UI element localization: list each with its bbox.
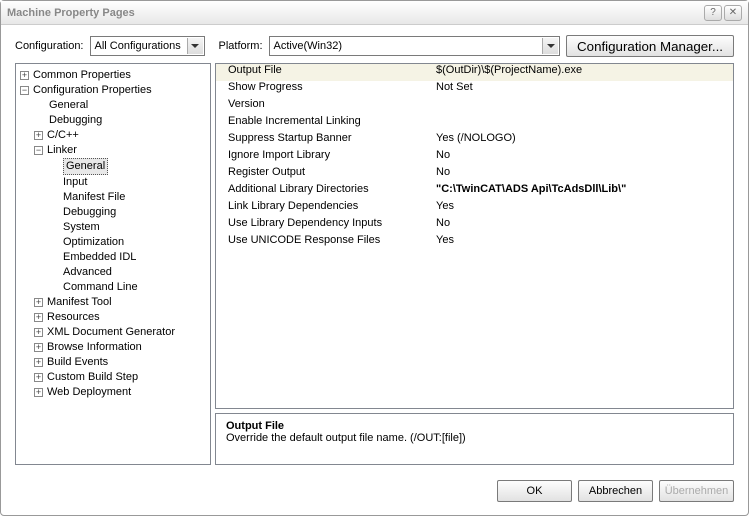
dialog-footer: OK Abbrechen Übernehmen [1, 473, 748, 509]
property-row[interactable]: Use UNICODE Response FilesYes [216, 234, 733, 251]
property-row[interactable]: Additional Library Directories"C:\TwinCA… [216, 183, 733, 200]
ok-button[interactable]: OK [497, 480, 572, 502]
property-value[interactable]: No [436, 217, 733, 234]
property-label: Suppress Startup Banner [216, 132, 436, 149]
content-area: +Common Properties −Configuration Proper… [1, 63, 748, 473]
property-value[interactable]: Not Set [436, 81, 733, 98]
category-tree[interactable]: +Common Properties −Configuration Proper… [15, 63, 211, 465]
expand-icon[interactable]: + [20, 71, 29, 80]
platform-label: Platform: [219, 40, 263, 52]
configuration-value: All Configurations [95, 40, 181, 52]
tree-linker-general[interactable]: General [63, 158, 108, 175]
tree-common-properties[interactable]: Common Properties [33, 68, 131, 83]
property-value[interactable]: Yes [436, 200, 733, 217]
property-row[interactable]: Enable Incremental Linking [216, 115, 733, 132]
tree-linker-debugging[interactable]: Debugging [63, 205, 116, 220]
property-label: Enable Incremental Linking [216, 115, 436, 132]
platform-combo[interactable]: Active(Win32) [269, 36, 561, 56]
tree-linker-embedded[interactable]: Embedded IDL [63, 250, 136, 265]
tree-linker[interactable]: Linker [47, 143, 77, 158]
property-value[interactable]: Yes (/NOLOGO) [436, 132, 733, 149]
property-value[interactable] [436, 115, 733, 132]
tree-linker-advanced[interactable]: Advanced [63, 265, 112, 280]
tree-manifest-tool[interactable]: Manifest Tool [47, 295, 112, 310]
property-label: Version [216, 98, 436, 115]
property-value[interactable] [436, 98, 733, 115]
expand-icon[interactable]: + [34, 131, 43, 140]
chevron-down-icon[interactable] [187, 38, 203, 54]
configuration-manager-button[interactable]: Configuration Manager... [566, 35, 734, 57]
window-title: Machine Property Pages [7, 7, 702, 19]
tree-browse-info[interactable]: Browse Information [47, 340, 142, 355]
help-panel: Output File Override the default output … [215, 413, 734, 465]
property-row[interactable]: Ignore Import LibraryNo [216, 149, 733, 166]
tree-linker-optimization[interactable]: Optimization [63, 235, 124, 250]
expand-icon[interactable]: + [34, 358, 43, 367]
tree-custom-build[interactable]: Custom Build Step [47, 370, 138, 385]
tree-general[interactable]: General [49, 98, 88, 113]
tree-configuration-properties[interactable]: Configuration Properties [33, 83, 152, 98]
property-label: Use Library Dependency Inputs [216, 217, 436, 234]
expand-icon[interactable]: + [34, 343, 43, 352]
help-icon[interactable]: ? [704, 5, 722, 21]
apply-button: Übernehmen [659, 480, 734, 502]
property-value[interactable]: No [436, 149, 733, 166]
property-value[interactable]: $(OutDir)\$(ProjectName).exe [436, 64, 733, 81]
property-row[interactable]: Show ProgressNot Set [216, 81, 733, 98]
expand-icon[interactable]: + [34, 328, 43, 337]
tree-linker-manifest[interactable]: Manifest File [63, 190, 125, 205]
property-label: Register Output [216, 166, 436, 183]
collapse-icon[interactable]: − [34, 146, 43, 155]
right-pane: Output File$(OutDir)\$(ProjectName).exeS… [215, 63, 734, 465]
tree-xml-doc[interactable]: XML Document Generator [47, 325, 175, 340]
property-value[interactable]: No [436, 166, 733, 183]
property-value[interactable]: "C:\TwinCAT\ADS Api\TcAdsDll\Lib\" [436, 183, 733, 200]
toolbar: Configuration: All Configurations Platfo… [1, 25, 748, 63]
property-row[interactable]: Register OutputNo [216, 166, 733, 183]
cancel-button[interactable]: Abbrechen [578, 480, 653, 502]
tree-linker-cmdline[interactable]: Command Line [63, 280, 138, 295]
property-label: Additional Library Directories [216, 183, 436, 200]
property-label: Ignore Import Library [216, 149, 436, 166]
tree-linker-input[interactable]: Input [63, 175, 87, 190]
configuration-label: Configuration: [15, 40, 84, 52]
property-row[interactable]: Output File$(OutDir)\$(ProjectName).exe [216, 64, 733, 81]
tree-build-events[interactable]: Build Events [47, 355, 108, 370]
close-icon[interactable]: ✕ [724, 5, 742, 21]
expand-icon[interactable]: + [34, 298, 43, 307]
help-title: Output File [226, 420, 723, 432]
tree-web-deployment[interactable]: Web Deployment [47, 385, 131, 400]
collapse-icon[interactable]: − [20, 86, 29, 95]
expand-icon[interactable]: + [34, 388, 43, 397]
property-value[interactable]: Yes [436, 234, 733, 251]
property-row[interactable]: Link Library DependenciesYes [216, 200, 733, 217]
tree-cpp[interactable]: C/C++ [47, 128, 79, 143]
property-label: Show Progress [216, 81, 436, 98]
tree-debugging[interactable]: Debugging [49, 113, 102, 128]
property-grid[interactable]: Output File$(OutDir)\$(ProjectName).exeS… [215, 63, 734, 409]
property-label: Output File [216, 64, 436, 81]
property-row[interactable]: Version [216, 98, 733, 115]
configuration-combo[interactable]: All Configurations [90, 36, 205, 56]
title-bar: Machine Property Pages ? ✕ [1, 1, 748, 25]
property-row[interactable]: Use Library Dependency InputsNo [216, 217, 733, 234]
property-label: Use UNICODE Response Files [216, 234, 436, 251]
property-label: Link Library Dependencies [216, 200, 436, 217]
help-description: Override the default output file name. (… [226, 432, 723, 444]
property-row[interactable]: Suppress Startup BannerYes (/NOLOGO) [216, 132, 733, 149]
platform-value: Active(Win32) [274, 40, 342, 52]
tree-linker-system[interactable]: System [63, 220, 100, 235]
tree-resources[interactable]: Resources [47, 310, 100, 325]
expand-icon[interactable]: + [34, 373, 43, 382]
expand-icon[interactable]: + [34, 313, 43, 322]
chevron-down-icon[interactable] [542, 38, 558, 54]
